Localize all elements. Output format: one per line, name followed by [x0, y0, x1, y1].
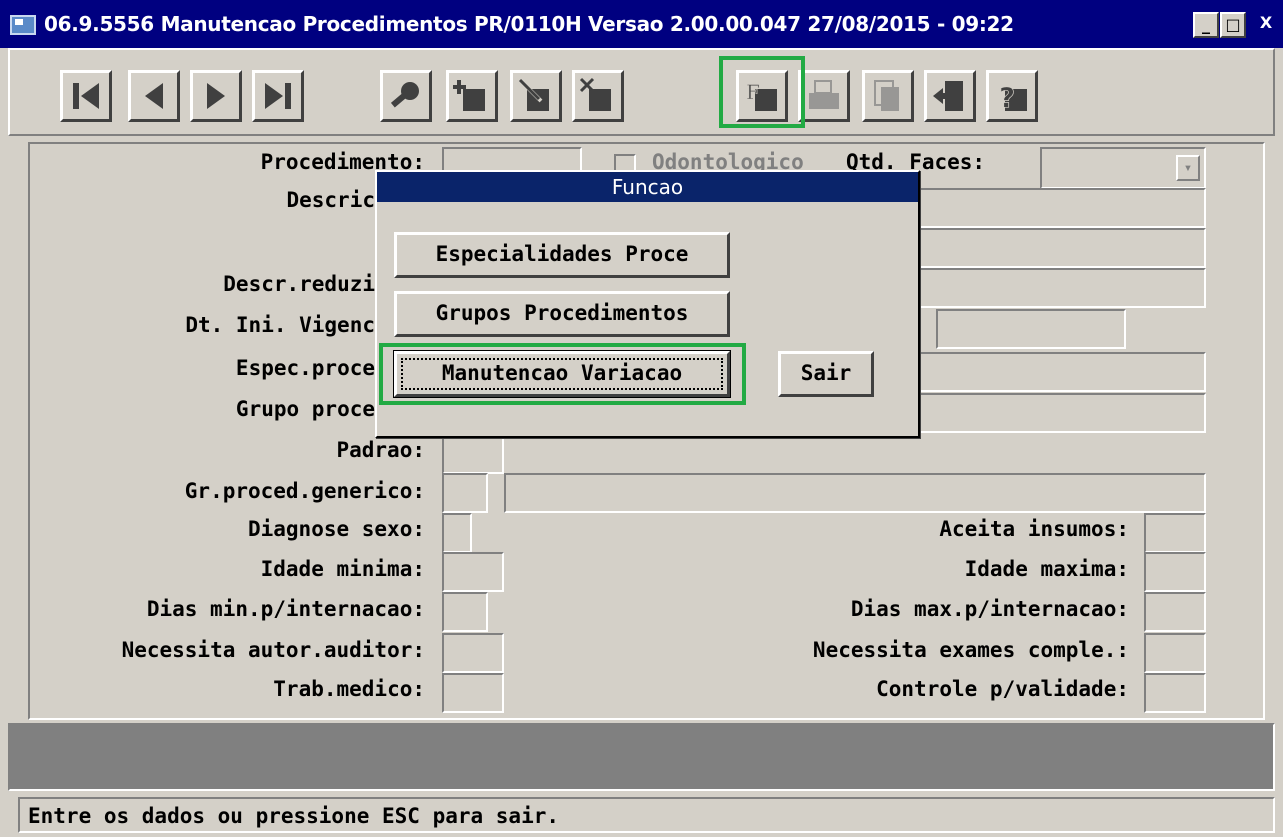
last-icon — [265, 83, 291, 109]
search-key-icon — [390, 82, 419, 108]
dias-max-internacao-field[interactable] — [1144, 592, 1206, 632]
controle-validade-field[interactable] — [1144, 673, 1206, 713]
add-button[interactable] — [446, 70, 498, 122]
add-icon — [453, 80, 485, 111]
necessita-exames-label: Necessita exames comple.: — [812, 638, 1129, 662]
trab-medico-field[interactable] — [442, 673, 504, 713]
dt-fim-vigencia-field[interactable] — [936, 309, 1126, 349]
title-bar: 06.9.5556 Manutencao Procedimentos PR/01… — [0, 0, 1283, 48]
first-icon — [73, 83, 99, 109]
status-bar: Entre os dados ou pressione ESC para sai… — [18, 797, 1275, 833]
idade-maxima-label: Idade maxima: — [964, 557, 1129, 581]
chevron-down-icon[interactable]: ▾ — [1176, 155, 1200, 181]
status-message: Entre os dados ou pressione ESC para sai… — [28, 804, 560, 828]
delete-button[interactable] — [572, 70, 624, 122]
next-icon — [207, 83, 225, 109]
close-button[interactable]: X — [1251, 12, 1281, 38]
espec-proced-field[interactable] — [900, 352, 1206, 392]
manutencao-variacao-highlight — [379, 343, 746, 405]
idade-minima-field[interactable] — [442, 552, 504, 592]
descr-reduzida-field[interactable] — [900, 268, 1206, 308]
padrao-label: Padrao: — [336, 438, 425, 462]
aceita-insumos-field[interactable] — [1144, 513, 1206, 553]
idade-maxima-field[interactable] — [1144, 552, 1206, 592]
edit-button[interactable] — [510, 70, 562, 122]
window-title: 06.9.5556 Manutencao Procedimentos PR/01… — [44, 12, 1014, 36]
descricao-label: Descric — [286, 188, 375, 212]
dias-max-internacao-label: Dias max.p/internacao: — [850, 597, 1129, 621]
descricao-field-2[interactable] — [900, 228, 1206, 268]
grupos-procedimentos-button[interactable]: Grupos Procedimentos — [394, 291, 730, 337]
last-record-button[interactable] — [252, 70, 304, 122]
help-button[interactable]: ? — [986, 70, 1038, 122]
svg-text:?: ? — [999, 81, 1015, 114]
grupo-proced-field[interactable] — [900, 393, 1206, 433]
espec-proced-label: Espec.proce — [235, 356, 375, 380]
print-icon — [809, 80, 839, 109]
diagnose-sexo-field[interactable] — [442, 513, 472, 553]
previous-icon — [145, 83, 163, 109]
maximize-button[interactable]: □ — [1220, 12, 1246, 38]
minimize-button[interactable]: _ — [1193, 12, 1219, 38]
exit-button[interactable] — [924, 70, 976, 122]
dt-ini-vigencia-label: Dt. Ini. Vigenc — [185, 313, 375, 337]
print-button[interactable] — [798, 70, 850, 122]
grupo-proced-label: Grupo proce — [235, 397, 375, 421]
delete-icon — [579, 77, 611, 111]
help-icon: ? — [999, 81, 1027, 114]
dialog-title: Funcao — [377, 172, 918, 202]
gr-proced-generico-code-field[interactable] — [442, 473, 488, 513]
controle-validade-label: Controle p/validade: — [876, 677, 1129, 701]
gr-proced-generico-desc-field[interactable] — [504, 473, 1206, 513]
edit-icon — [518, 78, 549, 111]
function-button-highlight — [719, 56, 805, 128]
padrao-field[interactable] — [442, 434, 504, 474]
necessita-exames-field[interactable] — [1144, 633, 1206, 673]
necessita-autor-auditor-label: Necessita autor.auditor: — [121, 638, 425, 662]
especialidades-proce-button[interactable]: Especialidades Proce — [394, 232, 730, 278]
descricao-field[interactable] — [900, 188, 1206, 228]
app-icon[interactable] — [10, 15, 36, 35]
message-area — [8, 723, 1275, 791]
qtd-faces-select[interactable]: ▾ — [1040, 147, 1206, 189]
diagnose-sexo-label: Diagnose sexo: — [247, 517, 425, 541]
first-record-button[interactable] — [60, 70, 112, 122]
search-button[interactable] — [380, 70, 432, 122]
descr-reduzida-label: Descr.reduzi — [223, 272, 375, 296]
copy-icon — [874, 80, 899, 111]
trab-medico-label: Trab.medico: — [273, 677, 425, 701]
necessita-autor-auditor-field[interactable] — [442, 633, 504, 673]
dias-min-internacao-label: Dias min.p/internacao: — [146, 597, 425, 621]
dias-min-internacao-field[interactable] — [442, 592, 488, 632]
gr-proced-generico-label: Gr.proced.generico: — [184, 479, 425, 503]
sair-button[interactable]: Sair — [778, 351, 874, 397]
idade-minima-label: Idade minima: — [260, 557, 425, 581]
next-record-button[interactable] — [190, 70, 242, 122]
aceita-insumos-label: Aceita insumos: — [939, 517, 1129, 541]
copy-button[interactable] — [862, 70, 914, 122]
previous-record-button[interactable] — [128, 70, 180, 122]
exit-door-icon — [933, 81, 963, 111]
